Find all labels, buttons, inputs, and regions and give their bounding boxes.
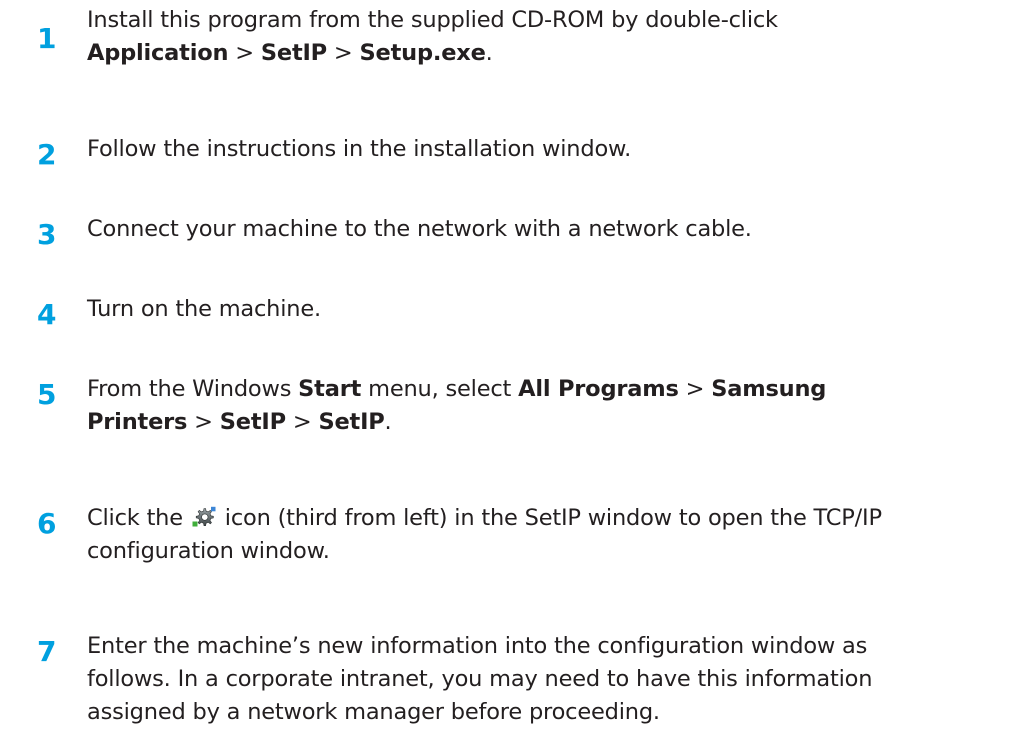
menu-path-item: SetIP [219,409,286,435]
step-line: configuration window. [87,535,1032,568]
path-separator: > [678,376,712,402]
menu-path-item: SetIP [260,40,327,66]
step-text: Turn on the machine. [87,296,321,322]
step-number: 4 [37,298,57,331]
step-line: Application > SetIP > Setup.exe. [87,37,1032,70]
path-separator: > [285,409,319,435]
punctuation: . [485,40,493,66]
text-run: icon (third from left) in the SetIP wind… [217,505,882,531]
step-line: Install this program from the supplied C… [87,4,1032,37]
text-run: configuration window. [87,538,330,564]
step-line: assigned by a network manager before pro… [87,699,660,725]
punctuation: . [384,409,392,435]
step-line: follows. In a corporate intranet, you ma… [87,666,873,692]
step-number: 1 [37,22,57,55]
tcpip-config-gear-icon [192,505,216,527]
step-number: 2 [37,138,57,171]
path-separator: > [228,40,261,66]
step-number: 6 [37,507,57,540]
step-line: Printers > SetIP > SetIP. [87,406,1032,439]
text-run: From the Windows [87,376,299,402]
step-text: Install this program from the supplied C… [87,4,1032,70]
menu-path-item: All Programs [518,376,679,402]
path-separator: > [326,40,360,66]
step-line: From the Windows Start menu, select All … [87,373,1032,406]
step-number: 5 [37,378,57,411]
step-number: 7 [37,635,57,668]
menu-path-item: SetIP [318,409,385,435]
menu-path-item: Start [298,376,362,402]
step-text: Follow the instructions in the installat… [87,136,632,162]
path-separator: > [187,409,220,435]
step-text: Enter the machine’s new information into… [87,630,1032,729]
step-text: Click the icon (third from left) in the … [87,502,1032,568]
menu-path-item: Samsung [711,376,827,402]
text-run: Install this program from the supplied C… [87,7,778,33]
menu-path-item: Setup.exe [359,40,486,66]
step-text: Connect your machine to the network with… [87,216,752,242]
step-line: Enter the machine’s new information into… [87,633,868,659]
step-line: Click the icon (third from left) in the … [87,502,1032,535]
menu-path-item: Printers [87,409,188,435]
menu-path-item: Application [87,40,229,66]
step-text: From the Windows Start menu, select All … [87,373,1032,439]
step-number: 3 [37,218,57,251]
text-run: menu, select [361,376,519,402]
text-run: Click the [87,505,190,531]
